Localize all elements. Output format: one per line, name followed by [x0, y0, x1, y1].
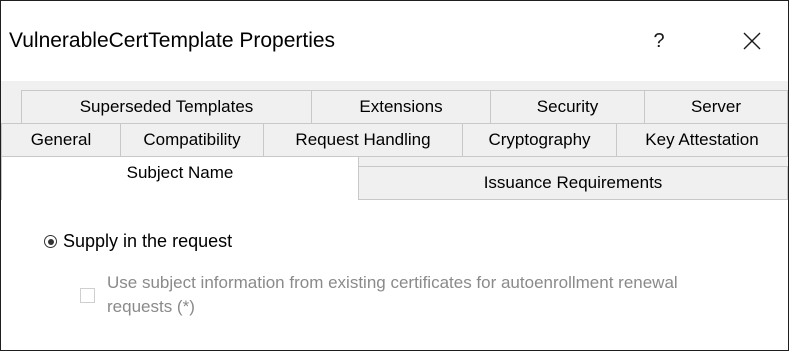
help-button[interactable]: ? — [629, 15, 689, 67]
help-icon: ? — [653, 29, 665, 52]
tab-general[interactable]: General — [1, 123, 121, 157]
tab-compatibility[interactable]: Compatibility — [120, 123, 264, 157]
tab-superseded-templates[interactable]: Superseded Templates — [21, 90, 312, 124]
tab-subject-name[interactable]: Subject Name — [1, 156, 359, 200]
autoenrollment-renewal-option: Use subject information from existing ce… — [80, 271, 747, 319]
tab-strip: Superseded Templates Extensions Security… — [1, 81, 788, 201]
autoenrollment-renewal-checkbox — [80, 288, 95, 303]
autoenrollment-renewal-label: Use subject information from existing ce… — [107, 273, 678, 316]
supply-in-request-option[interactable]: Supply in the request — [44, 231, 232, 252]
supply-in-request-radio[interactable] — [44, 235, 57, 248]
tab-request-handling[interactable]: Request Handling — [263, 123, 463, 157]
tab-content-subject-name: Supply in the request Use subject inform… — [1, 199, 788, 350]
tab-cryptography[interactable]: Cryptography — [462, 123, 617, 157]
tab-server[interactable]: Server — [644, 90, 788, 124]
supply-in-request-label: Supply in the request — [63, 231, 233, 251]
properties-dialog: VulnerableCertTemplate Properties ? Supe… — [0, 0, 789, 351]
title-bar: VulnerableCertTemplate Properties ? — [1, 1, 788, 81]
close-button[interactable] — [722, 15, 782, 67]
tab-key-attestation[interactable]: Key Attestation — [616, 123, 788, 157]
window-title: VulnerableCertTemplate Properties — [9, 29, 336, 52]
close-icon — [743, 32, 761, 50]
tab-extensions[interactable]: Extensions — [311, 90, 491, 124]
tab-panel-border — [358, 199, 788, 200]
tab-issuance-requirements[interactable]: Issuance Requirements — [358, 166, 788, 200]
tab-security[interactable]: Security — [490, 90, 645, 124]
radio-selected-dot — [47, 238, 54, 245]
